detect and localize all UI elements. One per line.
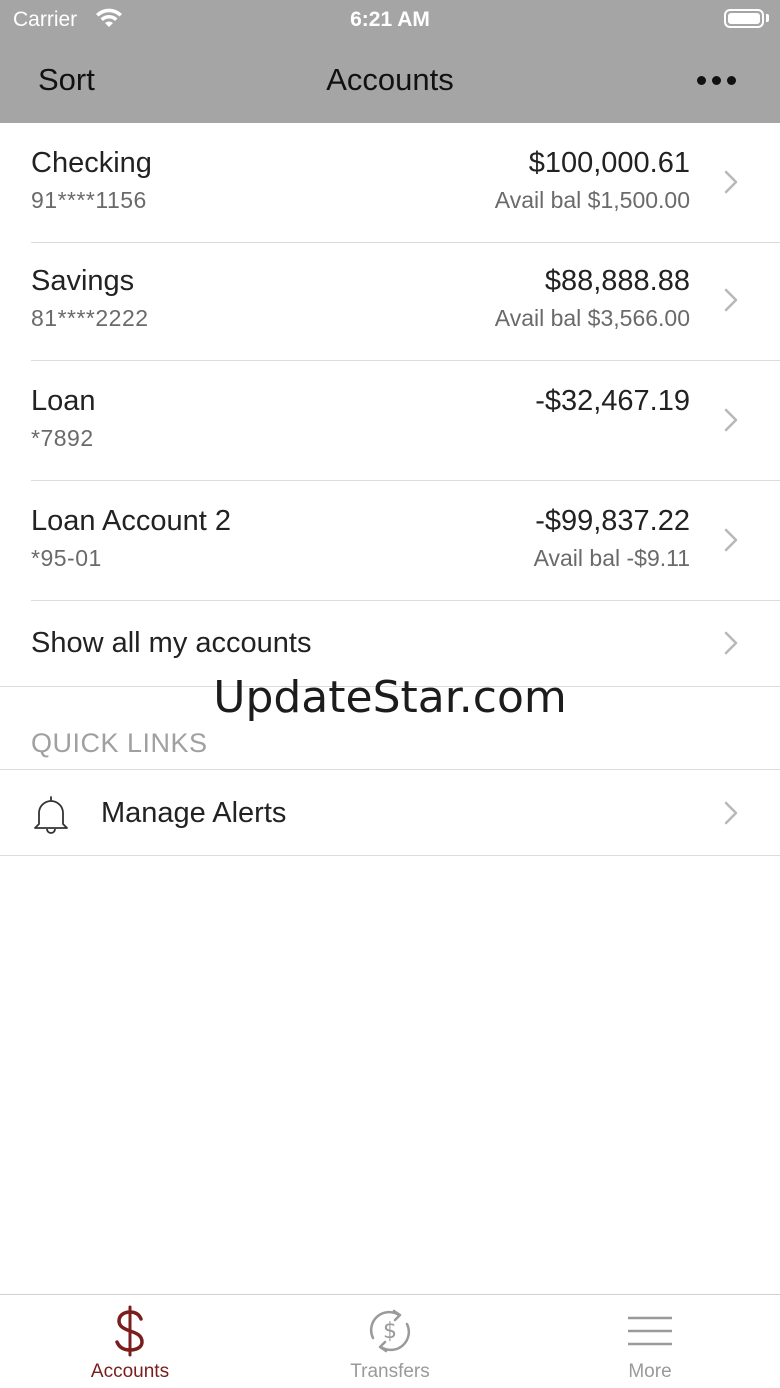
account-number: 81****2222 (31, 305, 149, 331)
quick-links-header: QUICK LINKS (31, 728, 208, 758)
account-name: Loan Account 2 (31, 505, 231, 537)
menu-icon (628, 1316, 672, 1346)
tab-label: Accounts (90, 1361, 170, 1382)
tab-bar: Accounts $ Transfers More (0, 1294, 780, 1387)
battery-icon (724, 9, 764, 28)
quick-link-manage-alerts[interactable]: Manage Alerts (0, 769, 780, 856)
available-balance: Avail bal $3,566.00 (494, 305, 690, 331)
tab-transfers[interactable]: $ Transfers (260, 1295, 520, 1388)
nav-bar: Sort Accounts (0, 40, 780, 123)
account-row-checking[interactable]: Checking 91****1156 $100,000.61 Avail ba… (0, 123, 780, 243)
chevron-right-icon (724, 170, 738, 194)
tab-accounts[interactable]: Accounts (0, 1295, 260, 1388)
available-balance: Avail bal -$9.11 (533, 545, 690, 571)
status-bar: Carrier 6:21 AM (0, 0, 780, 40)
watermark: UpdateStar.com (213, 672, 567, 723)
account-name: Checking (31, 147, 152, 179)
manage-alerts-label: Manage Alerts (101, 797, 287, 829)
account-number: *95-01 (31, 545, 102, 571)
account-row-loan[interactable]: Loan *7892 -$32,467.19 (0, 361, 780, 481)
account-balance: $88,888.88 (544, 265, 690, 297)
account-name: Loan (31, 385, 96, 417)
transfer-icon: $ (369, 1309, 411, 1353)
available-balance: Avail bal $1,500.00 (494, 187, 690, 213)
chevron-right-icon (724, 631, 738, 655)
tab-label: Transfers (350, 1361, 430, 1382)
page-title: Accounts (326, 62, 454, 97)
show-all-accounts-label: Show all my accounts (31, 627, 312, 659)
dollar-icon (115, 1305, 144, 1357)
tab-more[interactable]: More (520, 1295, 780, 1388)
account-name: Savings (31, 265, 135, 297)
account-number: 91****1156 (31, 187, 147, 213)
chevron-right-icon (724, 528, 738, 552)
account-row-savings[interactable]: Savings 81****2222 $88,888.88 Avail bal … (0, 241, 780, 361)
bell-icon (34, 796, 68, 834)
chevron-right-icon (724, 801, 738, 825)
more-options-icon[interactable] (697, 76, 737, 86)
account-row-loan-account-2[interactable]: Loan Account 2 *95-01 -$99,837.22 Avail … (0, 481, 780, 601)
account-balance: $100,000.61 (528, 147, 690, 179)
svg-text:$: $ (383, 1319, 397, 1344)
battery-tip (766, 14, 769, 22)
account-number: *7892 (31, 425, 94, 451)
chevron-right-icon (724, 408, 738, 432)
status-time: 6:21 AM (350, 8, 430, 31)
tab-label: More (628, 1361, 672, 1382)
account-balance: -$32,467.19 (535, 385, 690, 417)
chevron-right-icon (724, 288, 738, 312)
account-balance: -$99,837.22 (535, 505, 690, 537)
